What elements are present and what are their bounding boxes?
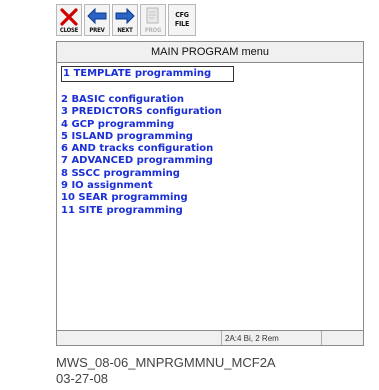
caption-date: 03-27-08	[56, 371, 109, 386]
prog-button-label: PROG	[144, 27, 162, 34]
next-button[interactable]: NEXT	[112, 4, 138, 36]
status-text: 2A:4 Bi, 2 Rem	[222, 331, 322, 345]
main-program-window: MAIN PROGRAM menu 1 TEMPLATE programming…	[56, 41, 364, 346]
menu-item-template[interactable]: 1 TEMPLATE programming	[61, 66, 234, 82]
prog-button[interactable]: PROG	[140, 4, 166, 36]
menu-item-advanced[interactable]: 7 ADVANCED programming	[61, 155, 359, 167]
status-cell-end	[322, 331, 363, 345]
menu-item-predictors[interactable]: 3 PREDICTORS configuration	[61, 106, 359, 118]
toolbar: CLOSE PREV NEXT PROG CFG FILE	[56, 4, 196, 40]
window-title: MAIN PROGRAM menu	[57, 42, 363, 63]
caption-id: MWS_08-06_MNPRGMMNU_MCF2A	[56, 355, 276, 370]
prev-button[interactable]: PREV	[84, 4, 110, 36]
menu-item-site[interactable]: 11 SITE programming	[61, 205, 359, 217]
next-button-label: NEXT	[117, 27, 133, 34]
close-button[interactable]: CLOSE	[56, 4, 82, 36]
close-button-label: CLOSE	[59, 27, 79, 34]
cfg-file-label-line1: CFG	[175, 11, 189, 19]
status-bar: 2A:4 Bi, 2 Rem	[57, 330, 363, 345]
cfg-file-button[interactable]: CFG FILE	[168, 4, 196, 36]
cfg-file-label-line2: FILE	[174, 20, 190, 28]
screenshot-caption: MWS_08-06_MNPRGMMNU_MCF2A 03-27-08	[56, 355, 276, 387]
arrow-left-icon	[85, 7, 109, 27]
menu-item-sscc[interactable]: 8 SSCC programming	[61, 168, 359, 180]
prev-button-label: PREV	[89, 27, 105, 34]
document-icon	[141, 7, 165, 27]
arrow-right-icon	[113, 7, 137, 27]
menu-item-and-tracks[interactable]: 6 AND tracks configuration	[61, 143, 359, 155]
status-cell-empty	[57, 331, 222, 345]
menu-item-basic[interactable]: 2 BASIC configuration	[61, 94, 359, 106]
close-x-icon	[57, 7, 81, 27]
menu-list: 1 TEMPLATE programming 2 BASIC configura…	[61, 66, 359, 217]
menu-item-island[interactable]: 5 ISLAND programming	[61, 131, 359, 143]
menu-item-gcp[interactable]: 4 GCP programming	[61, 119, 359, 131]
menu-item-io-assignment[interactable]: 9 IO assignment	[61, 180, 359, 192]
menu-item-sear[interactable]: 10 SEAR programming	[61, 192, 359, 204]
